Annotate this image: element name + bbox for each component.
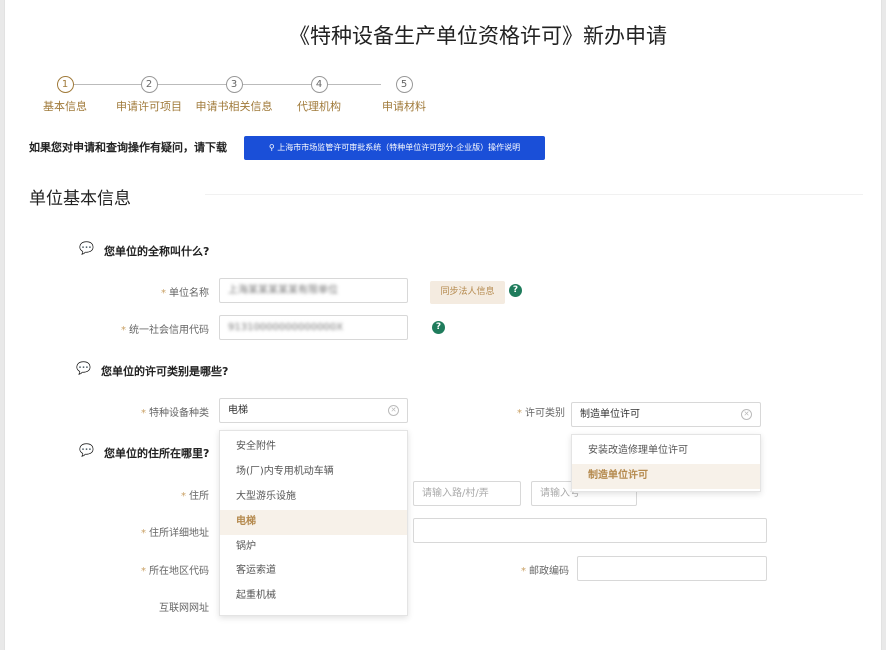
step-2[interactable]: 2 申请许可项目 [109, 76, 189, 114]
equipment-type-value: 电梯 [228, 405, 248, 416]
step-label: 基本信息 [43, 100, 87, 113]
chat-bubble-icon: 💬 [76, 361, 91, 375]
question-text: 您单位的全称叫什么? [104, 245, 210, 258]
step-number: 2 [140, 76, 158, 93]
address-detail-label-text: 住所详细地址 [149, 528, 209, 539]
license-category-dropdown: 安装改造修理单位许可 制造单位许可 [571, 434, 761, 492]
step-3[interactable]: 3 申请书相关信息 [194, 76, 274, 114]
chat-bubble-icon: 💬 [79, 241, 94, 255]
question-unit-name: 💬 您单位的全称叫什么? [79, 241, 210, 259]
page-title: 《特种设备生产单位资格许可》新办申请 [289, 24, 667, 48]
dropdown-option[interactable]: 客运索道 [220, 559, 407, 584]
license-category-value: 制造单位许可 [580, 409, 640, 420]
help-text: 如果您对申请和查询操作有疑问，请下载 [29, 141, 227, 154]
region-code-label: * 所在地区代码 [141, 566, 209, 577]
dropdown-option[interactable]: 安全附件 [220, 435, 407, 460]
postal-code-label: * 邮政编码 [521, 566, 569, 577]
step-label: 申请书相关信息 [195, 100, 273, 113]
unit-name-value: 上海某某某某某有限单位 [228, 285, 338, 296]
question-text: 您单位的住所在哪里? [104, 447, 210, 460]
question-license-category: 💬 您单位的许可类别是哪些? [76, 361, 229, 379]
clear-icon[interactable]: ✕ [388, 405, 399, 416]
section-divider [205, 194, 863, 195]
dropdown-option[interactable]: 锅炉 [220, 535, 407, 560]
download-manual-button[interactable]: ⚲ 上海市市场监管许可审批系统（特种单位许可部分-企业版）操作说明 [244, 136, 545, 160]
dropdown-option-selected[interactable]: 电梯 [220, 509, 407, 535]
postal-code-label-text: 邮政编码 [529, 566, 569, 577]
sync-legal-info-button[interactable]: 同步法人信息 [430, 281, 505, 304]
dropdown-option[interactable]: 场(厂)内专用机动车辆 [220, 460, 407, 485]
question-address: 💬 您单位的住所在哪里? [79, 443, 210, 461]
dropdown-option-selected[interactable]: 制造单位许可 [572, 463, 760, 489]
postal-code-input[interactable] [577, 556, 767, 581]
unit-name-input[interactable]: 上海某某某某某有限单位 [219, 278, 408, 303]
step-label: 申请材料 [382, 100, 426, 113]
step-1[interactable]: 1 基本信息 [25, 76, 105, 114]
credit-code-input[interactable]: 91310000000000000X [219, 315, 408, 340]
region-code-label-text: 所在地区代码 [149, 566, 209, 577]
step-label: 代理机构 [297, 100, 341, 113]
step-number: 5 [395, 76, 413, 93]
equipment-type-label-text: 特种设备种类 [149, 408, 209, 419]
license-category-label-text: 许可类别 [525, 408, 565, 419]
equipment-type-select[interactable]: 电梯 ✕ [219, 398, 408, 423]
progress-steps: 1 基本信息 2 申请许可项目 3 申请书相关信息 4 代理机构 5 申请材料 [35, 76, 455, 120]
dropdown-option[interactable]: 起重机械 [220, 584, 407, 609]
dropdown-option[interactable]: 安装改造修理单位许可 [572, 439, 760, 464]
step-number: 1 [56, 76, 74, 93]
credit-code-label: * 统一社会信用代码 [121, 325, 209, 336]
license-category-select[interactable]: 制造单位许可 ✕ [571, 402, 761, 427]
address-detail-label: * 住所详细地址 [141, 528, 209, 539]
clear-icon[interactable]: ✕ [741, 409, 752, 420]
help-question-icon[interactable]: ? [432, 321, 445, 334]
step-4[interactable]: 4 代理机构 [279, 76, 359, 114]
equipment-type-label: * 特种设备种类 [141, 408, 209, 419]
address-label-text: 住所 [189, 491, 209, 502]
unit-name-label-text: 单位名称 [169, 288, 209, 299]
website-label-text: 互联网网址 [159, 603, 209, 614]
help-question-icon[interactable]: ? [509, 284, 522, 297]
section-title: 单位基本信息 [29, 189, 131, 209]
step-number: 4 [310, 76, 328, 93]
dropdown-option[interactable]: 大型游乐设施 [220, 485, 407, 510]
step-number: 3 [225, 76, 243, 93]
credit-code-label-text: 统一社会信用代码 [129, 325, 209, 336]
chat-bubble-icon: 💬 [79, 443, 94, 457]
credit-code-value: 91310000000000000X [228, 322, 344, 333]
license-category-label: * 许可类别 [517, 408, 565, 419]
step-5[interactable]: 5 申请材料 [364, 76, 444, 114]
equipment-type-dropdown: 安全附件 场(厂)内专用机动车辆 大型游乐设施 电梯 锅炉 客运索道 起重机械 [219, 430, 408, 616]
question-text: 您单位的许可类别是哪些? [101, 365, 229, 378]
unit-name-label: * 单位名称 [161, 288, 209, 299]
step-label: 申请许可项目 [116, 100, 182, 113]
page-container: 《特种设备生产单位资格许可》新办申请 1 基本信息 2 申请许可项目 3 申请书… [4, 0, 882, 650]
address-label: * 住所 [181, 491, 209, 502]
website-label: 互联网网址 [105, 599, 209, 614]
address-detail-input[interactable] [413, 518, 767, 543]
address-road-input[interactable]: 请输入路/村/弄 [413, 481, 521, 506]
